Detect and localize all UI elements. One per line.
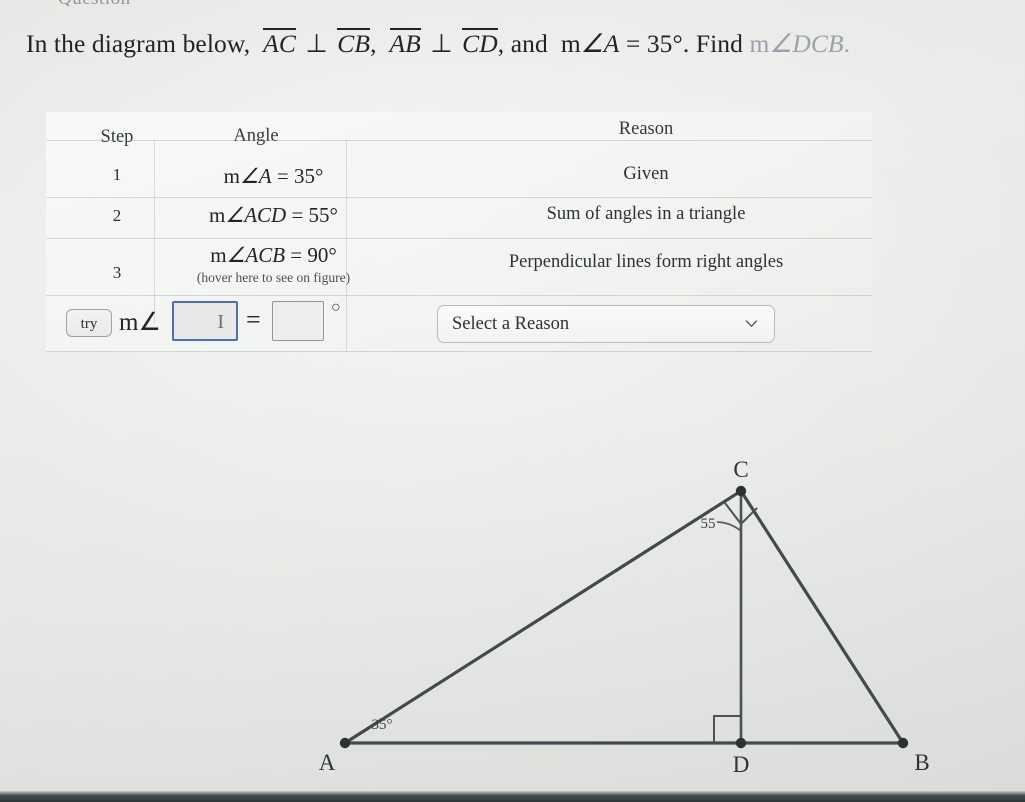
find-word: Find xyxy=(695,29,743,58)
row2-m: m xyxy=(209,203,226,227)
try-button[interactable]: try xyxy=(66,309,112,337)
find-angle-dcb: ∠DCB xyxy=(769,29,844,58)
page-surface: Question In the diagram below, AC ⊥ CB, … xyxy=(0,0,1025,802)
reason-cell-row-1: Given xyxy=(623,164,669,184)
row2-angle-value: = 55° xyxy=(291,203,338,227)
column-divider-step xyxy=(154,140,155,324)
segment-cd: CD xyxy=(462,28,498,58)
row1-m: m xyxy=(223,164,240,188)
row-divider-2 xyxy=(46,238,872,239)
reason-cell-row-3: Perpendicular lines form right angles xyxy=(508,252,784,272)
angle-label-at-a: 35° xyxy=(372,717,393,733)
row-divider-header xyxy=(46,140,872,141)
text-cursor-icon: I xyxy=(217,311,224,333)
given-equals-35: = 35° xyxy=(625,29,683,58)
equals-sign: = xyxy=(246,305,261,334)
vertex-label-a: A xyxy=(319,750,336,775)
right-angle-mark-at-d xyxy=(713,715,741,743)
angle-name-input[interactable]: I xyxy=(172,301,238,341)
angle-cell-row-3[interactable]: m∠ACB = 90° (hover here to see on figure… xyxy=(156,243,391,286)
table-row: 2 xyxy=(112,206,122,225)
reason-cell-row-2: Sum of angles in a triangle xyxy=(546,204,746,224)
given-m: m xyxy=(560,29,581,58)
row1-angle-name: ∠A xyxy=(239,164,272,188)
perpendicular-symbol-2: ⊥ xyxy=(430,29,453,58)
reason-select-value: Select a Reason xyxy=(452,314,570,334)
given-angle-a: ∠A xyxy=(580,29,620,58)
row-divider-3 xyxy=(46,295,872,296)
segment-ab: AB xyxy=(389,28,421,58)
row1-angle-value: = 35° xyxy=(276,164,324,188)
segment-cb-line xyxy=(739,489,905,745)
vertex-dot-d xyxy=(735,737,747,749)
row2-angle-name: ∠ACD xyxy=(225,203,287,227)
find-period: . xyxy=(843,29,851,58)
prompt-period: . xyxy=(682,29,690,58)
prompt-mid: , and xyxy=(497,29,548,58)
clipped-question-label: Question xyxy=(58,0,208,6)
table-row: 3 xyxy=(112,263,122,282)
degree-symbol: ○ xyxy=(331,299,341,316)
vertex-dot-c xyxy=(735,485,747,497)
segment-cb: CB xyxy=(337,28,371,58)
perpendicular-symbol-1: ⊥ xyxy=(305,29,328,58)
angle-label-at-c: 55 xyxy=(701,516,716,532)
m-angle-prefix-label: m∠ xyxy=(119,309,161,336)
vertex-label-d: D xyxy=(733,752,750,777)
chevron-down-icon xyxy=(745,317,758,330)
geometry-figure: A B C D 35° 55 xyxy=(300,450,980,790)
segment-ac-line xyxy=(343,489,743,745)
find-m: m xyxy=(749,29,770,58)
angle-value-input[interactable] xyxy=(272,301,324,341)
vertex-label-c: C xyxy=(733,457,748,482)
table-header-step: Step xyxy=(100,127,134,147)
row-divider-bottom xyxy=(46,351,872,352)
row-divider-1 xyxy=(46,197,872,198)
prompt-lead: In the diagram below, xyxy=(26,29,251,58)
triangle-diagram: A B C D 35° 55 xyxy=(319,457,930,777)
table-header-reason: Reason xyxy=(618,119,674,139)
table-header-angle: Angle xyxy=(233,126,279,146)
row3-m: m xyxy=(210,243,227,267)
screen-bezel-band xyxy=(0,791,1025,802)
hover-hint-text: (hover here to see on figure) xyxy=(196,270,351,285)
row3-angle-name: ∠ACB xyxy=(226,243,286,267)
vertex-label-b: B xyxy=(914,750,929,775)
row3-angle-value: = 90° xyxy=(290,243,337,267)
vertex-dot-a xyxy=(339,737,351,749)
reason-select-dropdown[interactable]: Select a Reason xyxy=(437,305,775,343)
angle-cell-row-1: m∠A = 35° xyxy=(156,164,391,189)
prompt-comma-1: , xyxy=(370,29,377,58)
problem-statement: In the diagram below, AC ⊥ CB, AB ⊥ CD, … xyxy=(26,28,1016,59)
vertex-dot-b xyxy=(897,737,909,749)
angle-cell-row-2: m∠ACD = 55° xyxy=(156,203,391,228)
angle-arc-at-c xyxy=(716,521,742,532)
table-row: 1 xyxy=(112,165,122,184)
segment-ac: AC xyxy=(263,28,296,58)
